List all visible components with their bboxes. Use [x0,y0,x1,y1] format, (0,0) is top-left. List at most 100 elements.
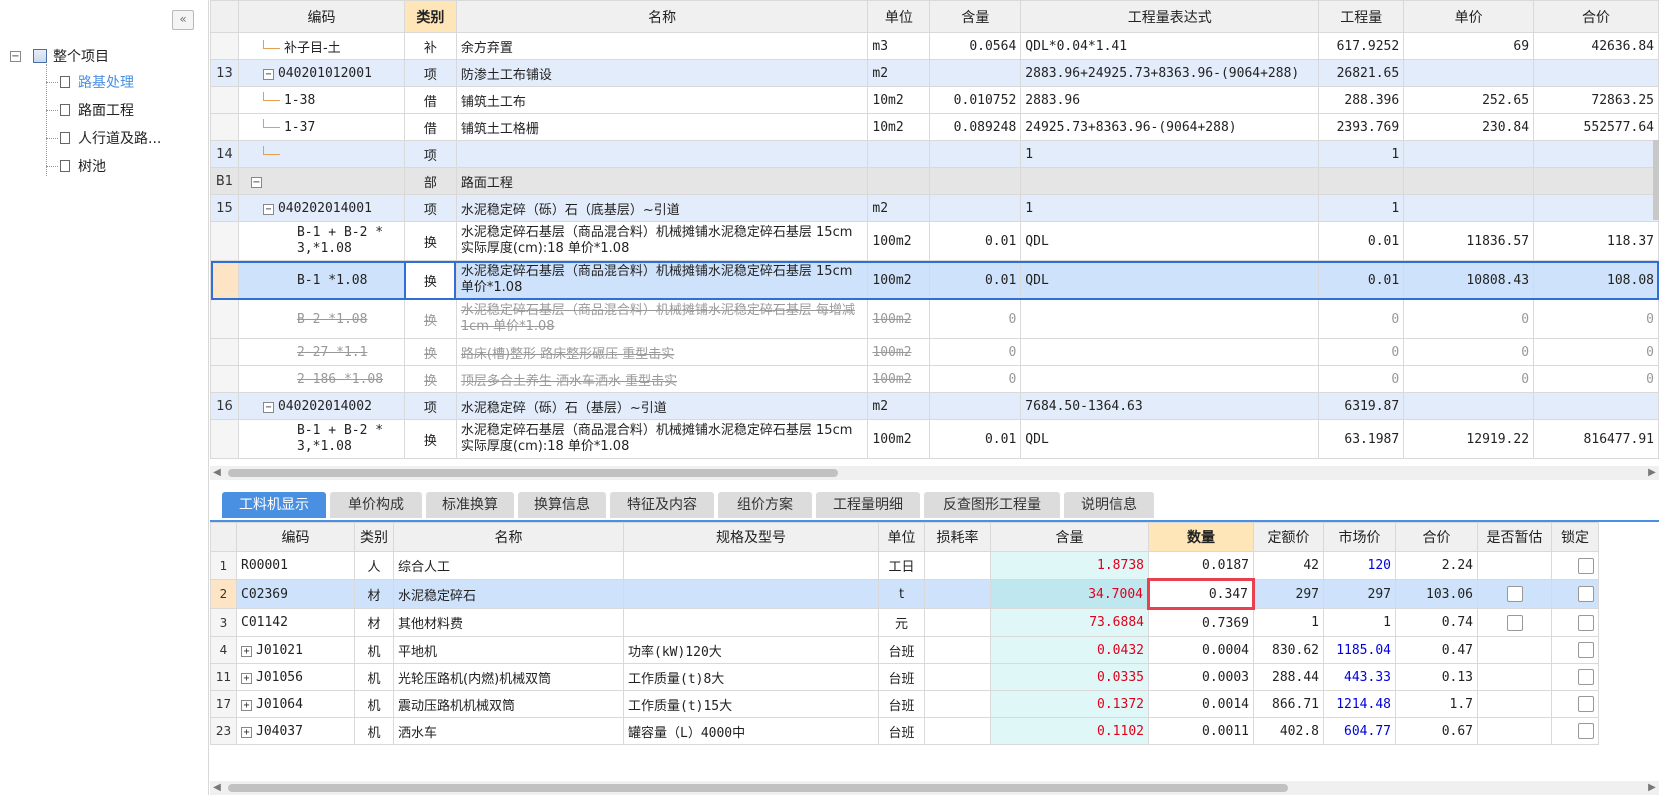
total-cell[interactable]: 0 [1533,299,1659,339]
table-row-disabled[interactable]: 2-27 *1.1 换 路床(槽)整形 路床整形碾压 重型击实 100m2 0 … [210,338,1659,366]
lock-cell[interactable] [1551,551,1599,580]
tree-root-whole-project[interactable]: − 整个项目 [10,46,109,66]
column-header[interactable]: 合价 [1533,0,1659,33]
name-cell[interactable]: 防渗土工布铺设 [455,59,869,87]
expression-cell[interactable] [1020,299,1320,339]
code-cell[interactable]: R00001 [236,551,355,580]
total-cell[interactable]: 816477.91 [1533,419,1659,459]
table-row[interactable]: 1-38 借 铺筑土工布 10m2 0.010752 2883.96 288.3… [210,86,1659,114]
total-cell[interactable]: 0 [1533,338,1659,366]
market-price-cell[interactable]: 1214.48 [1323,690,1396,718]
column-header[interactable]: 单位 [867,0,931,33]
provisional-cell[interactable] [1477,551,1552,580]
quantity-cell[interactable]: 0.01 [1318,260,1405,300]
column-header[interactable]: 类别 [354,522,394,552]
spec-cell[interactable] [623,551,879,580]
column-header[interactable]: 规格及型号 [623,522,879,552]
quantity-cell[interactable]: 0.7369 [1148,608,1254,637]
unit-cell[interactable]: 100m2 [867,260,931,300]
tab-pricing-scheme[interactable]: 组价方案 [718,492,812,518]
expand-toggle-icon[interactable]: + [241,645,252,657]
total-cell[interactable]: 0 [1533,365,1659,393]
name-cell[interactable]: 水泥稳定碎石基层（商品混合料）机械摊铺水泥稳定碎石基层 15cm 实际厚度(cm… [455,419,869,459]
content-cell[interactable]: 0.01 [929,419,1022,459]
table-row-selected[interactable]: B-1 *1.08 换 水泥稳定碎石基层（商品混合料）机械摊铺水泥稳定碎石基层 … [210,260,1659,300]
quantity-cell[interactable]: 288.396 [1318,86,1405,114]
expand-toggle-icon[interactable]: + [241,699,252,711]
expression-cell[interactable]: QDL [1020,221,1320,261]
market-price-cell[interactable]: 443.33 [1323,663,1396,691]
column-header[interactable]: 编码 [236,522,355,552]
quota-price-cell[interactable]: 297 [1253,579,1324,609]
spec-cell[interactable] [623,579,879,609]
tab-reverse-graphic-quantity[interactable]: 反查图形工程量 [924,492,1060,518]
total-cell[interactable]: 103.06 [1395,579,1478,609]
price-cell[interactable] [1403,167,1535,195]
quantity-cell[interactable]: 0 [1318,338,1405,366]
content-cell[interactable]: 0.010752 [929,86,1022,114]
quantity-cell[interactable]: 0.01 [1318,221,1405,261]
quantity-cell[interactable]: 0.0014 [1148,690,1254,718]
content-cell[interactable]: 34.7004 [990,579,1149,609]
market-price-cell[interactable]: 120 [1323,551,1396,580]
quota-price-cell[interactable]: 866.71 [1253,690,1324,718]
content-cell[interactable]: 0.01 [929,260,1022,300]
name-cell[interactable]: 铺筑土工布 [455,86,869,114]
expression-cell[interactable] [1020,338,1320,366]
quantity-cell[interactable]: 0 [1318,299,1405,339]
collapse-toggle-icon[interactable]: − [262,68,274,80]
column-header[interactable]: 工程量表达式 [1020,0,1320,33]
quantity-cell[interactable]: 6319.87 [1318,392,1405,420]
scroll-right-icon[interactable]: ▶ [1645,466,1659,480]
unit-cell[interactable]: 10m2 [867,113,931,141]
price-cell[interactable] [1403,59,1535,87]
name-cell[interactable]: 余方弃置 [455,32,869,60]
content-cell[interactable] [929,392,1022,420]
table-row[interactable]: 4 + J01021 机平地机 功率(kW)120大 台班 0.0432 0.0004 830.… [210,636,1599,664]
column-header[interactable]: 数量 [1148,522,1254,552]
quantity-cell[interactable]: 0.0011 [1148,717,1254,745]
table-row[interactable]: 16 −040202014002 项 水泥稳定碎（砾）石（基层）~引道 m2 7… [210,392,1659,420]
category-cell[interactable]: 借 [403,113,457,141]
collapse-toggle-icon[interactable]: − [10,50,21,62]
column-header[interactable]: 含量 [929,0,1022,33]
name-cell[interactable]: 平地机 [393,636,624,664]
column-header[interactable]: 名称 [455,0,869,33]
expression-cell[interactable]: 7684.50-1364.63 [1020,392,1320,420]
price-cell[interactable] [1403,140,1535,168]
market-price-cell[interactable]: 1185.04 [1323,636,1396,664]
expression-cell[interactable]: 1 [1020,140,1320,168]
category-cell[interactable]: 材 [354,579,394,609]
name-cell[interactable]: 震动压路机机械双筒 [393,690,624,718]
tree-item-pavement[interactable]: 路面工程 [60,100,134,120]
tree-item-tree-pit[interactable]: 树池 [60,156,106,176]
code-cell[interactable]: 补子目-土 [237,32,405,60]
code-cell[interactable]: −040202014002 [237,392,405,420]
vertical-scrollbar[interactable] [1653,140,1659,220]
lock-checkbox[interactable] [1578,669,1594,685]
name-cell[interactable]: 铺筑土工格栅 [455,113,869,141]
name-cell[interactable]: 水泥稳定碎石基层（商品混合料）机械摊铺水泥稳定碎石基层 每增减1cm 单价*1.… [455,299,869,339]
lock-checkbox[interactable] [1578,614,1594,631]
spec-cell[interactable] [623,608,879,637]
loss-rate-cell[interactable] [924,663,991,691]
quantity-cell[interactable]: 26821.65 [1318,59,1405,87]
quantity-cell[interactable]: 1 [1318,140,1405,168]
market-price-cell[interactable]: 297 [1323,579,1396,609]
table-row[interactable]: 1 R00001 人综合人工 工日 1.8738 0.0187 42 120 2.24 [210,551,1599,580]
column-header[interactable]: 含量 [990,522,1149,552]
quantity-cell[interactable]: 2393.769 [1318,113,1405,141]
column-header[interactable]: 类别 [403,0,457,33]
unit-cell[interactable]: 元 [878,608,925,637]
lock-checkbox[interactable] [1578,586,1594,602]
total-cell[interactable]: 118.37 [1533,221,1659,261]
category-cell[interactable]: 机 [354,663,394,691]
tab-conversion-info[interactable]: 换算信息 [518,492,606,518]
category-cell[interactable]: 换 [403,260,457,300]
code-cell[interactable]: −040202014001 [237,194,405,222]
provisional-checkbox[interactable] [1506,614,1523,631]
tab-standard-conversion[interactable]: 标准换算 [426,492,514,518]
column-header[interactable]: 定额价 [1253,522,1324,552]
code-cell[interactable]: 2-27 *1.1 [237,338,405,366]
code-cell[interactable]: C02369 [236,579,355,609]
